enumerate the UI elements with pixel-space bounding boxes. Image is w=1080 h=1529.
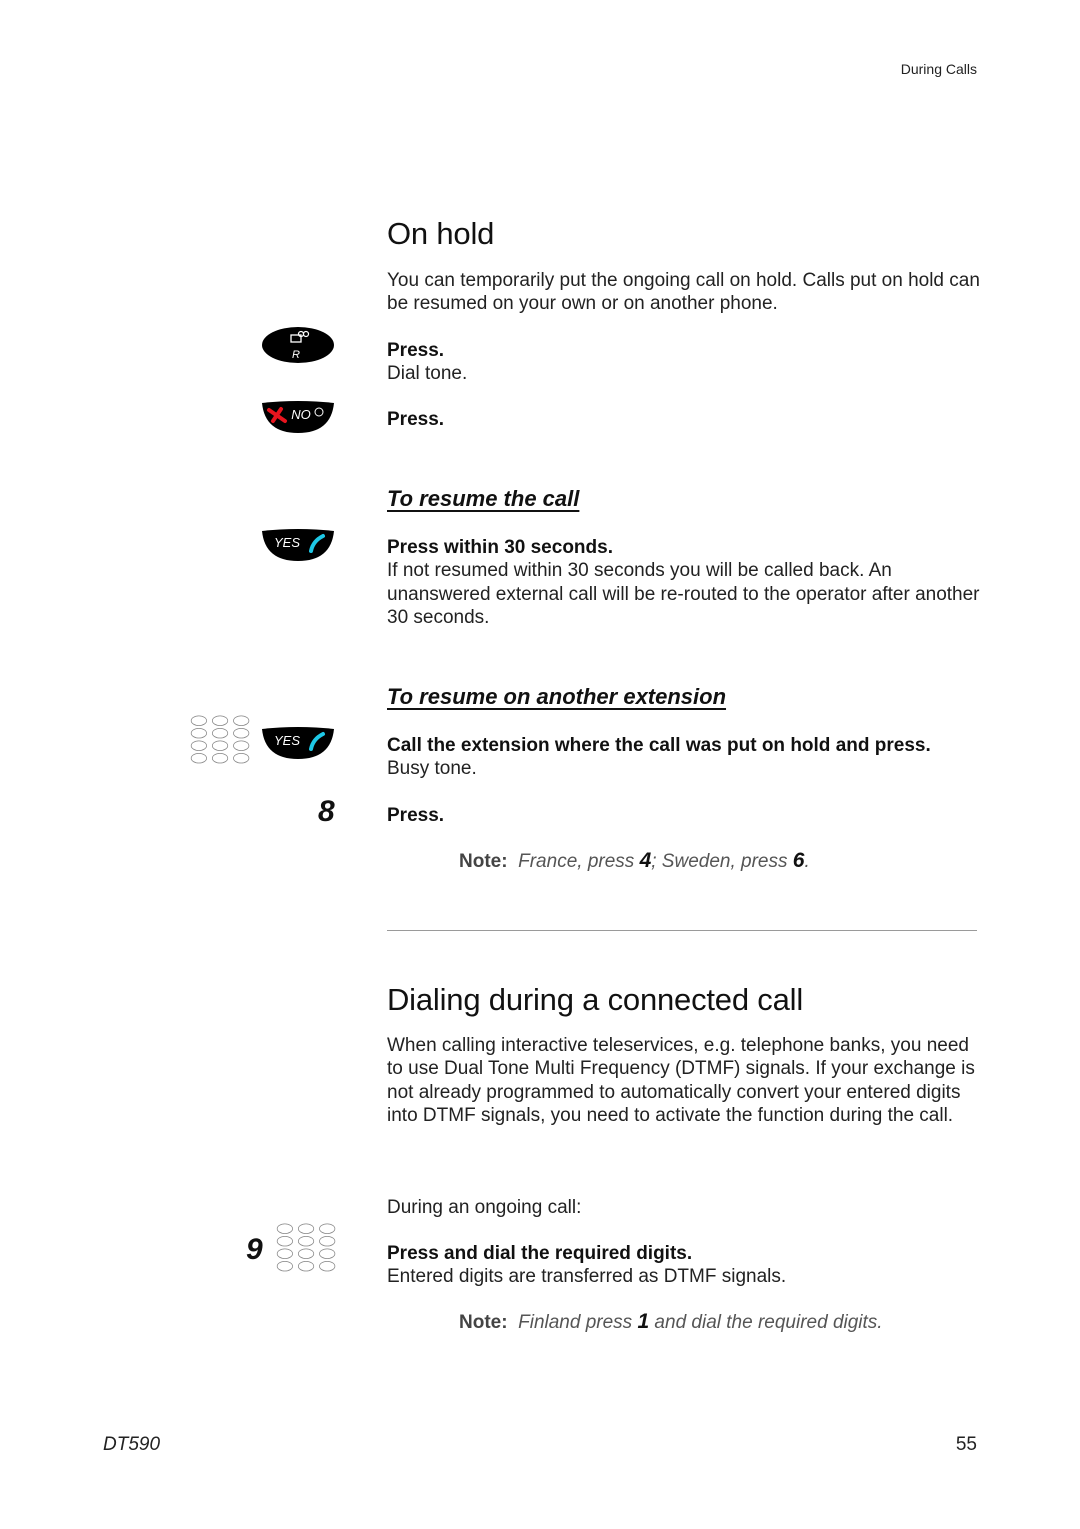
note-label: Note: (459, 851, 508, 872)
step-press-no: Press. (387, 409, 445, 430)
step-result: Busy tone. (387, 758, 477, 780)
yes-key-label: YES (274, 535, 300, 550)
subsection-title-resume-call: To resume the call (387, 486, 580, 511)
step-result: Dial tone. (387, 363, 468, 385)
step-action: Press within 30 seconds. (387, 537, 613, 558)
step-press-yes: Press within 30 seconds. If not resumed … (387, 536, 987, 629)
footer-page-number: 55 (955, 1434, 977, 1455)
running-header: During Calls (900, 61, 977, 77)
note-finland: Note: Finland press 1 and dial the requi… (459, 1310, 883, 1333)
yes-key-icon: YES (262, 529, 334, 561)
step-call-extension: Call the extension where the call was pu… (387, 734, 987, 781)
footer-model: DT590 (103, 1434, 161, 1455)
note-france-sweden: Note: France, press 4; Sweden, press 6. (459, 849, 810, 872)
section-title-on-hold: On hold (387, 216, 495, 251)
keypad-icon (276, 1223, 336, 1272)
subsection-title-resume-other: To resume on another extension (387, 684, 727, 709)
section-title-dialing: Dialing during a connected call (387, 982, 804, 1017)
no-key-label: NO (291, 407, 311, 422)
step-press-r: Press. Dial tone. (387, 339, 987, 386)
keypad-icon (190, 715, 250, 764)
yes-key-label: YES (274, 733, 300, 748)
step-action: Call the extension where the call was pu… (387, 735, 931, 756)
digit-9-key-icon: 9 (246, 1233, 263, 1266)
r-key-label: R (292, 349, 300, 361)
digit-8-key-icon: 8 (318, 795, 335, 828)
yes-key-icon: YES (262, 727, 334, 759)
step-result: If not resumed within 30 seconds you wil… (387, 560, 980, 628)
dialing-context: During an ongoing call: (387, 1197, 582, 1218)
dialing-intro: When calling interactive teleservices, e… (387, 1035, 975, 1126)
step-press-8: Press. (387, 805, 445, 826)
on-hold-intro: You can temporarily put the ongoing call… (387, 270, 980, 315)
step-dial-digits: Press and dial the required digits. Ente… (387, 1242, 987, 1289)
no-key-icon: NO (262, 401, 334, 433)
note-label: Note: (459, 1312, 508, 1333)
step-result: Entered digits are transferred as DTMF s… (387, 1266, 787, 1288)
r-key-icon: R (262, 327, 334, 363)
step-action: Press. (387, 340, 445, 361)
section-divider (387, 930, 977, 931)
step-action: Press and dial the required digits. (387, 1243, 693, 1264)
